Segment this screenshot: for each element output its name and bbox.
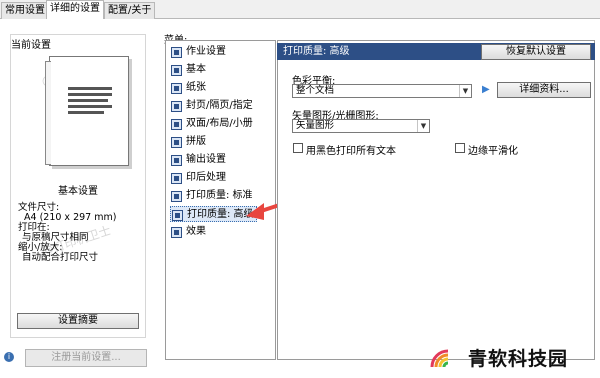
tab-bar: 常用设置 详细的设置 配置/关于 [0, 0, 600, 20]
play-arrow-icon[interactable]: ▶ [482, 84, 490, 95]
vector-raster-value: 矢量图形 [296, 120, 335, 131]
chevron-down-icon: ▼ [417, 120, 429, 132]
vector-raster-select[interactable]: 矢量图形 ▼ [292, 119, 430, 133]
menu-item-icon [171, 65, 182, 76]
tab-detailed-settings[interactable]: 详细的设置 [46, 0, 104, 20]
black-text-label: 用黑色打印所有文本 [306, 146, 396, 157]
tab-common-settings[interactable]: 常用设置 [1, 2, 49, 19]
settings-summary-button[interactable]: 设置摘要 [17, 313, 139, 329]
menu-item-cover[interactable]: 封页/隔页/指定 [170, 98, 255, 114]
current-settings-label: 当前设置 [11, 40, 51, 51]
edge-smoothing-label: 边缘平滑化 [468, 146, 518, 157]
menu-item-output[interactable]: 输出设置 [170, 152, 228, 168]
edge-smoothing-checkbox[interactable] [455, 143, 465, 153]
brand-logo-icon [430, 349, 449, 368]
black-text-checkbox[interactable] [293, 143, 303, 153]
menu-item-icon [171, 173, 182, 184]
menu-item-icon [171, 83, 182, 94]
register-current-settings-button[interactable]: 注册当前设置... [25, 349, 147, 367]
brand-name: 青软科技园 [468, 348, 569, 370]
menu-item-basic[interactable]: 基本 [170, 62, 208, 78]
details-button[interactable]: 详细资料... [497, 82, 591, 98]
menu-item-icon [171, 119, 182, 130]
scale-value: 自动配合打印尺寸 [22, 252, 99, 263]
restore-defaults-button[interactable]: 恢复默认设置 [481, 44, 591, 60]
menu-item-finishing[interactable]: 印后处理 [170, 170, 228, 186]
menu-item-icon [171, 191, 182, 202]
menu-item-job-settings[interactable]: 作业设置 [170, 44, 228, 60]
menu-item-icon [171, 101, 182, 112]
printer-preview-icon [45, 56, 129, 166]
menu-item-icon [171, 155, 182, 166]
menu-item-imposition[interactable]: 拼版 [170, 134, 208, 150]
chevron-down-icon: ▼ [459, 85, 471, 97]
menu-item-icon [171, 47, 182, 58]
info-icon: i [4, 352, 14, 362]
tab-config-about[interactable]: 配置/关于 [104, 2, 156, 19]
menu-item-paper[interactable]: 纸张 [170, 80, 208, 96]
color-balance-select[interactable]: 整个文档 ▼ [292, 84, 472, 98]
menu-item-icon [171, 137, 182, 148]
color-balance-value: 整个文档 [296, 85, 335, 96]
menu-item-icon [172, 210, 183, 221]
menu-item-effects[interactable]: 效果 [170, 224, 208, 240]
menu-item-icon [171, 227, 182, 238]
menu-item-duplex-layout[interactable]: 双面/布局/小册 [170, 116, 255, 132]
basic-settings-label: 基本设置 [58, 186, 98, 197]
